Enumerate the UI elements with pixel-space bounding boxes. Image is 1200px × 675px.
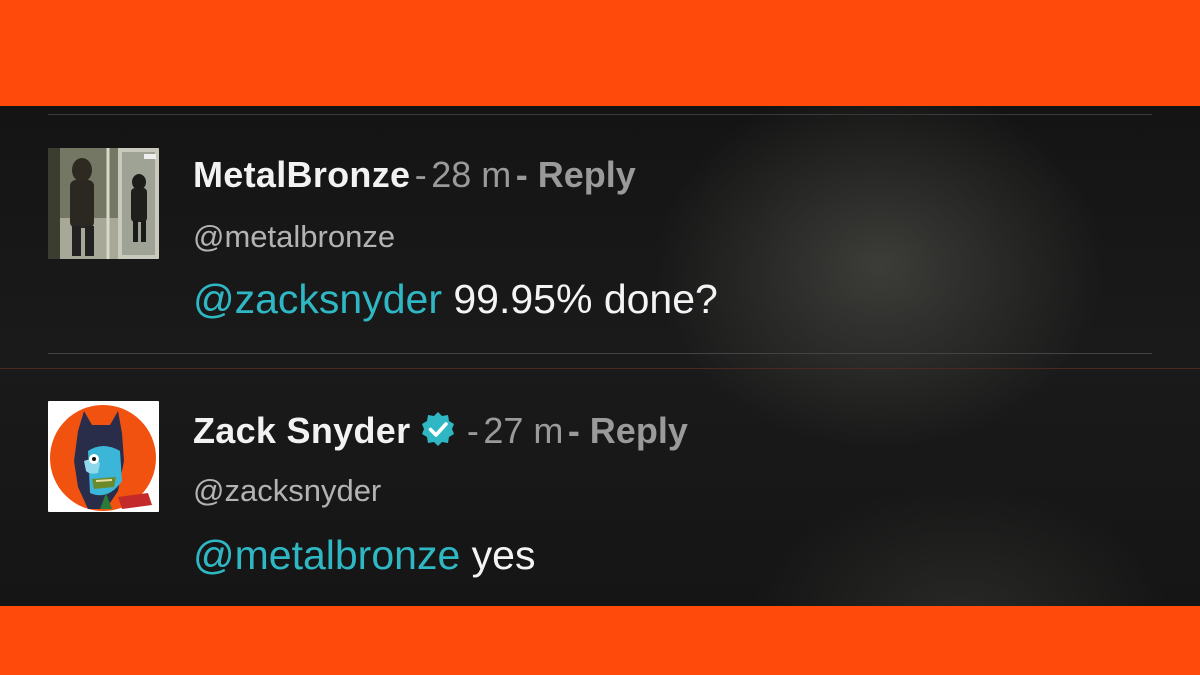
- comment-meta: Zack Snyder - 27 m - Reply: [193, 410, 688, 452]
- divider: [0, 368, 1200, 369]
- divider: [48, 114, 1152, 115]
- comment-text: @zacksnyder 99.95% done?: [193, 276, 718, 323]
- reply-button[interactable]: - Reply: [568, 410, 688, 451]
- comment-item: Zack Snyder - 27 m - Reply @zacksnyder @…: [0, 372, 1200, 602]
- user-avatar[interactable]: [48, 148, 159, 259]
- comment-text: @metalbronze yes: [193, 532, 535, 579]
- author-handle[interactable]: @zacksnyder: [193, 473, 381, 509]
- timestamp: 27 m: [483, 410, 564, 451]
- illustrated-batman-avatar-icon: [48, 401, 159, 512]
- comments-panel: MetalBronze - 28 m - Reply @metalbronze …: [0, 106, 1200, 606]
- mention-link[interactable]: @metalbronze: [193, 532, 460, 578]
- author-handle[interactable]: @metalbronze: [193, 219, 395, 255]
- comment-item: MetalBronze - 28 m - Reply @metalbronze …: [0, 116, 1200, 346]
- author-name[interactable]: Zack Snyder: [193, 410, 410, 451]
- author-name[interactable]: MetalBronze: [193, 154, 410, 195]
- comment-body: 99.95% done?: [441, 276, 718, 322]
- photo-avatar-icon: [48, 148, 159, 259]
- reply-button[interactable]: - Reply: [516, 154, 636, 195]
- timestamp: 28 m: [431, 154, 512, 195]
- comment-meta: MetalBronze - 28 m - Reply: [193, 154, 636, 196]
- meta-separator: -: [414, 154, 427, 195]
- verified-check-icon: [422, 412, 455, 446]
- meta-separator: -: [466, 410, 479, 451]
- user-avatar[interactable]: [48, 401, 159, 512]
- mention-link[interactable]: @zacksnyder: [193, 276, 442, 322]
- comment-body: yes: [460, 532, 536, 578]
- divider: [48, 353, 1152, 354]
